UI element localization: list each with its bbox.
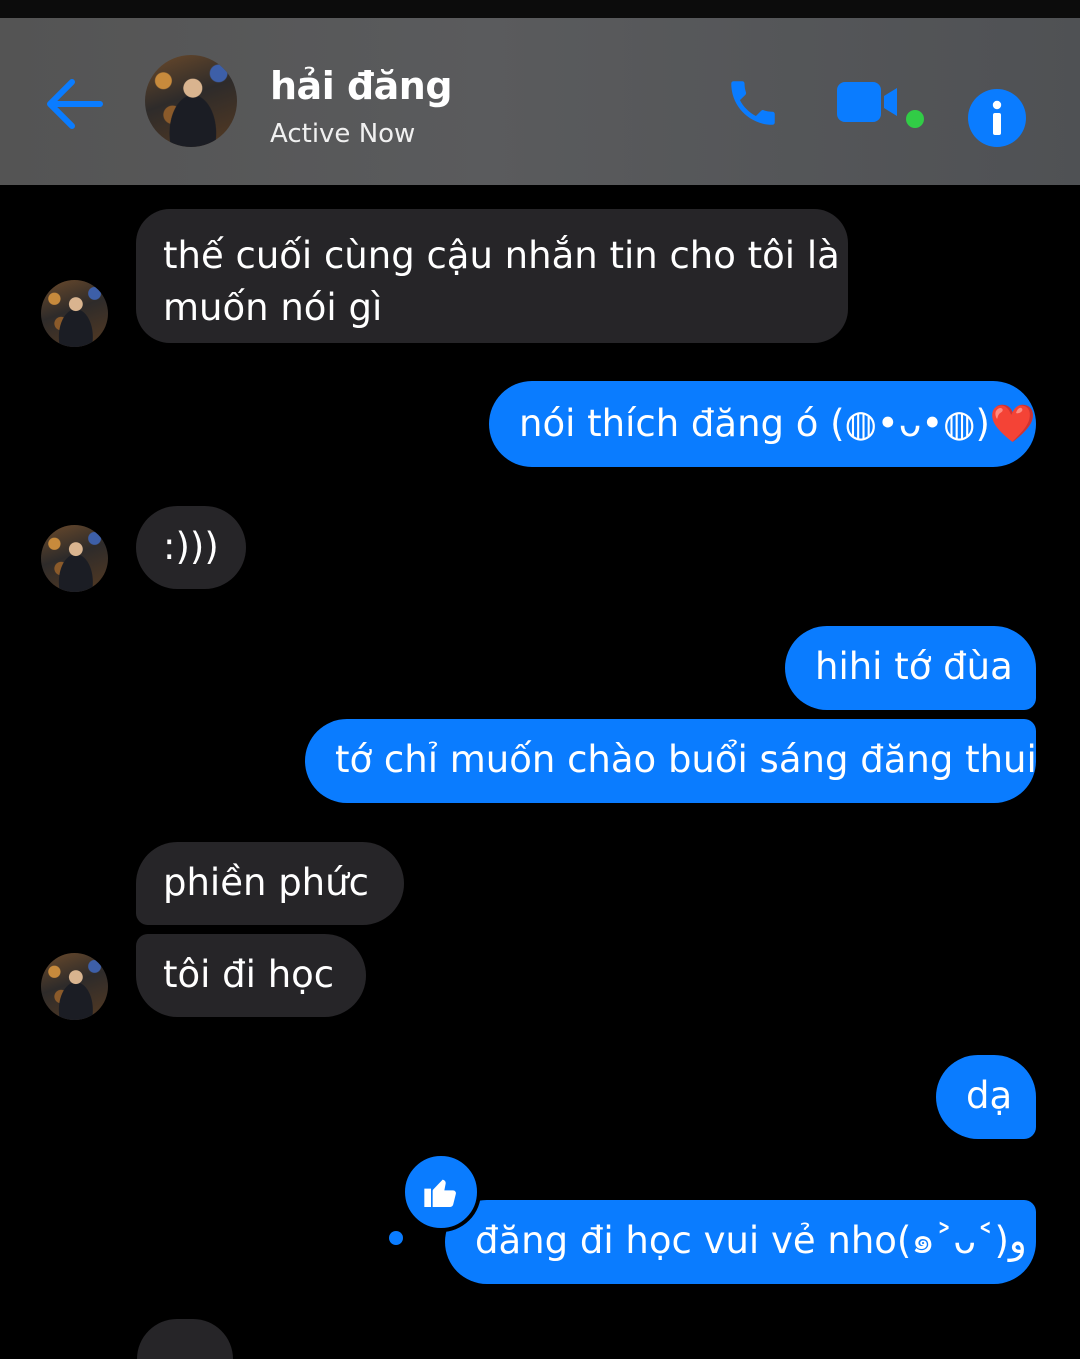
thumbs-up-icon: [424, 1179, 456, 1207]
incoming-message[interactable]: tôi đi học: [136, 934, 366, 1017]
message-text: :))): [163, 525, 219, 568]
outgoing-message[interactable]: tớ chỉ muốn chào buổi sáng đăng thui: [305, 719, 1037, 803]
sender-avatar[interactable]: [41, 953, 108, 1020]
online-indicator: [906, 110, 924, 128]
chat-header: hải đăng Active Now: [0, 18, 1080, 185]
sender-avatar[interactable]: [41, 280, 108, 347]
info-button[interactable]: [967, 88, 1027, 148]
avatar-image: [41, 525, 108, 592]
message-text: hihi tớ đùa: [815, 645, 1013, 688]
outgoing-message[interactable]: đăng đi học vui vẻ nho(๑˃ᴗ˂)ﻭ: [445, 1200, 1036, 1284]
reaction-tail: [389, 1231, 403, 1245]
avatar-image: [41, 953, 108, 1020]
status-strip: [0, 0, 1080, 18]
incoming-message[interactable]: phiền phức: [136, 842, 404, 925]
message-text: tớ chỉ muốn chào buổi sáng đăng thui: [335, 738, 1037, 781]
arrow-left-icon: [47, 79, 103, 129]
incoming-message[interactable]: thế cuối cùng cậu nhắn tin cho tôi là mu…: [136, 209, 848, 343]
message-list[interactable]: thế cuối cùng cậu nhắn tin cho tôi là mu…: [0, 185, 1080, 1359]
sender-avatar[interactable]: [41, 525, 108, 592]
video-camera-icon: [837, 82, 897, 122]
call-button[interactable]: [720, 70, 786, 136]
message-text-line: thế cuối cùng cậu nhắn tin cho tôi là: [163, 234, 840, 277]
message-text: tôi đi học: [163, 953, 335, 996]
message-text: dạ: [966, 1074, 1013, 1117]
like-reaction[interactable]: [401, 1152, 481, 1232]
message-text-line: muốn nói gì: [163, 286, 383, 329]
info-icon: [968, 89, 1026, 147]
contact-avatar[interactable]: [145, 55, 237, 147]
back-button[interactable]: [38, 68, 110, 140]
outgoing-message[interactable]: hihi tớ đùa: [785, 626, 1036, 710]
incoming-message-partial: [137, 1319, 233, 1359]
avatar-image: [145, 55, 237, 147]
incoming-message[interactable]: :))): [136, 506, 246, 589]
avatar-image: [41, 280, 108, 347]
video-call-button[interactable]: [835, 76, 905, 128]
outgoing-message[interactable]: nói thích đăng ó (◍•ᴗ•◍)❤️: [489, 381, 1036, 467]
outgoing-message[interactable]: dạ: [936, 1055, 1036, 1139]
phone-icon: [731, 81, 775, 125]
message-text: đăng đi học vui vẻ nho(๑˃ᴗ˂)ﻭ: [475, 1219, 1027, 1262]
active-status: Active Now: [270, 119, 416, 149]
message-text: nói thích đăng ó (◍•ᴗ•◍)❤️: [519, 402, 1036, 445]
message-text: phiền phức: [163, 861, 369, 904]
contact-name[interactable]: hải đăng: [270, 64, 453, 108]
